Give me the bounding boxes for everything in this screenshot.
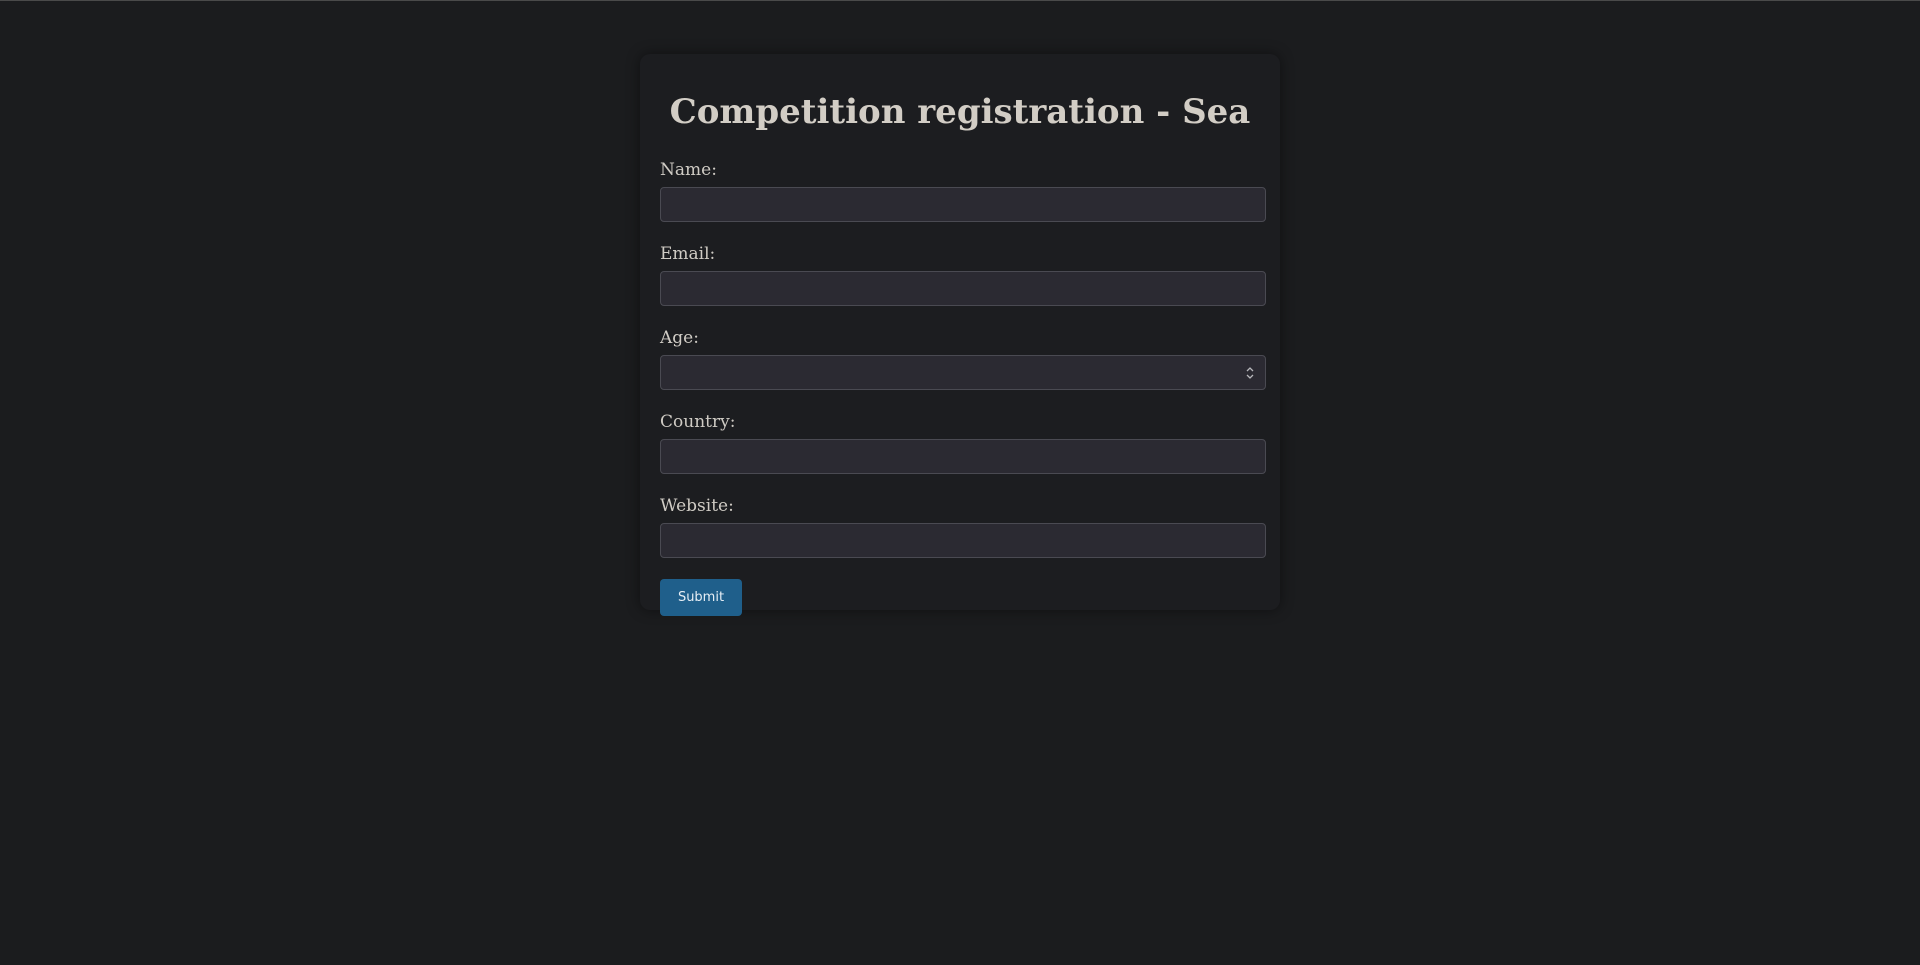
page-title: Competition registration - Sea — [669, 92, 1251, 132]
name-input-box — [660, 187, 1266, 222]
country-label: Country: — [660, 412, 736, 432]
website-input[interactable] — [661, 524, 1265, 557]
age-field-group: Age: — [660, 328, 1266, 390]
country-input[interactable] — [661, 440, 1265, 473]
country-field-group: Country: — [660, 412, 1266, 474]
website-input-box — [660, 523, 1266, 558]
email-label: Email: — [660, 244, 716, 264]
website-label: Website: — [660, 496, 734, 516]
age-label: Age: — [660, 328, 699, 348]
registration-card: Competition registration - Sea Name: Ema… — [640, 54, 1280, 616]
top-border — [0, 0, 1920, 1]
email-input-box — [660, 271, 1266, 306]
email-field-group: Email: — [660, 244, 1266, 306]
age-input[interactable] — [661, 356, 1265, 389]
name-field-group: Name: — [660, 160, 1266, 222]
website-field-group: Website: — [660, 496, 1266, 558]
age-input-box — [660, 355, 1266, 390]
country-input-box — [660, 439, 1266, 474]
spinner-updown-icon[interactable] — [1245, 364, 1255, 382]
email-input[interactable] — [661, 272, 1265, 305]
name-input[interactable] — [661, 188, 1265, 221]
submit-button[interactable]: Submit — [660, 579, 742, 616]
name-label: Name: — [660, 160, 717, 180]
